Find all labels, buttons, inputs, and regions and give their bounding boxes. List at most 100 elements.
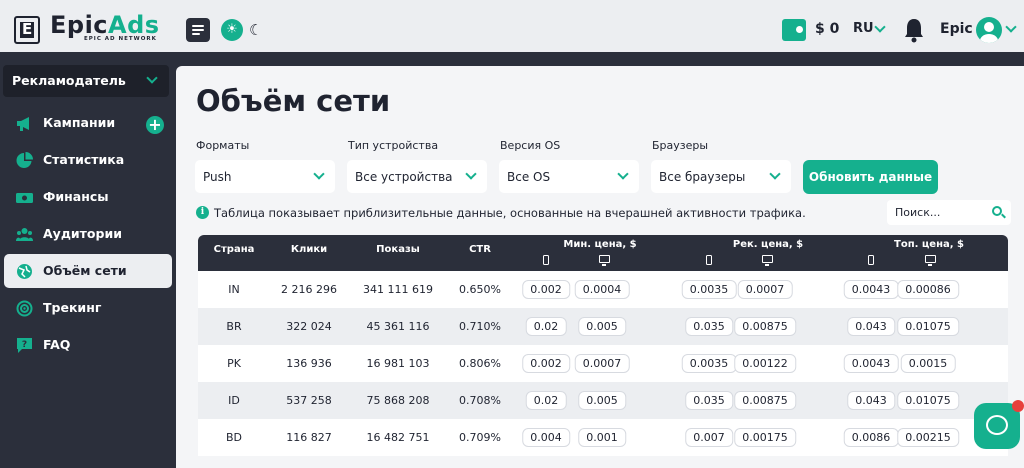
filter-label-format: Форматы: [196, 139, 250, 152]
cell-ctr: 0.709%: [459, 431, 501, 444]
username[interactable]: Epic: [940, 21, 973, 37]
menu-toggle-button[interactable]: [186, 18, 210, 42]
sidebar-item-statistics[interactable]: Статистика: [4, 143, 172, 177]
role-selector[interactable]: Рекламодатель: [3, 65, 169, 97]
user-chevron-down-icon[interactable]: [1005, 21, 1017, 33]
cell-top-price-mobile: 0.0043: [843, 354, 899, 373]
search-box[interactable]: [887, 200, 1011, 225]
cell-clicks: 322 024: [286, 320, 332, 333]
light-theme-icon[interactable]: ☀: [221, 19, 243, 41]
filter-label-os: Версия OS: [500, 139, 561, 152]
cell-min-price-desktop: 0.0007: [574, 354, 630, 373]
search-icon[interactable]: [992, 206, 1002, 216]
avatar[interactable]: [976, 17, 1002, 43]
cell-min-price-mobile: 0.02: [525, 391, 567, 410]
cell-top-price-mobile: 0.0086: [843, 428, 899, 447]
sidebar-item-audiences[interactable]: Аудитории: [4, 217, 172, 251]
chevron-down-icon: [769, 168, 781, 180]
cell-top-price-mobile: 0.0043: [843, 280, 899, 299]
filter-label-device: Тип устройства: [348, 139, 439, 152]
browser-select[interactable]: Все браузеры: [651, 160, 791, 193]
refresh-data-button[interactable]: Обновить данные: [803, 160, 938, 194]
cell-rec-price-desktop: 0.00875: [734, 317, 796, 336]
network-icon: [17, 264, 32, 279]
cell-min-price-desktop: 0.0004: [574, 280, 630, 299]
dark-theme-icon[interactable]: ☾: [249, 19, 269, 41]
sidebar-item-network-volume[interactable]: Объём сети: [4, 254, 172, 288]
cell-country: IN: [228, 283, 240, 296]
desktop-icon: [762, 255, 773, 266]
balance-value[interactable]: $ 0: [815, 21, 839, 37]
cell-top-price-desktop: 0.00215: [897, 428, 959, 447]
cell-ctr: 0.806%: [459, 357, 501, 370]
mobile-icon: [868, 255, 874, 265]
table-row: PK 136 936 16 981 103 0.806% 0.002 0.000…: [198, 345, 1008, 382]
header-rec-price[interactable]: Рек. цена, $: [733, 239, 803, 250]
cell-rec-price-desktop: 0.0007: [737, 280, 793, 299]
chevron-down-icon: [465, 168, 477, 180]
cell-country: PK: [227, 357, 241, 370]
svg-text:?: ?: [22, 340, 27, 350]
cell-impressions: 45 361 116: [366, 320, 430, 333]
header-clicks[interactable]: Клики: [291, 244, 327, 255]
logo-subtitle: EPIC AD NETWORK: [84, 36, 157, 42]
info-icon: i: [196, 206, 209, 219]
main-content: Объём сети Форматы Push Тип устройства В…: [176, 66, 1024, 468]
cell-top-price-desktop: 0.01075: [897, 391, 959, 410]
cell-impressions: 16 482 751: [366, 431, 430, 444]
table-header: Страна Клики Показы CTR Мин. цена, $ Рек…: [198, 235, 1008, 271]
cell-clicks: 537 258: [286, 394, 332, 407]
cell-min-price-desktop: 0.005: [578, 391, 626, 410]
table-row: BD 116 827 16 482 751 0.709% 0.004 0.001…: [198, 419, 1008, 456]
mobile-icon: [543, 255, 549, 265]
add-campaign-button[interactable]: +: [146, 116, 164, 134]
cell-rec-price-mobile: 0.035: [685, 317, 733, 336]
table-row: ID 537 258 75 868 208 0.708% 0.02 0.005 …: [198, 382, 1008, 419]
chevron-down-icon: [617, 168, 629, 180]
cell-min-price-desktop: 0.005: [578, 317, 626, 336]
cell-top-price-desktop: 0.01075: [897, 317, 959, 336]
role-chevron-down-icon: [146, 72, 158, 84]
cell-top-price-mobile: 0.043: [847, 317, 895, 336]
cell-country: BD: [225, 431, 243, 444]
cell-rec-price-desktop: 0.00875: [734, 391, 796, 410]
language-chevron-down-icon[interactable]: [874, 21, 886, 33]
top-header: E EpicAds EPIC AD NETWORK ☀ ☾ $ 0 RU Epi…: [0, 0, 1024, 56]
wallet-icon[interactable]: [782, 19, 806, 41]
cell-min-price-desktop: 0.001: [578, 428, 626, 447]
cell-top-price-desktop: 0.0015: [900, 354, 956, 373]
money-icon: [16, 193, 33, 203]
users-icon: [16, 228, 33, 241]
cell-impressions: 16 981 103: [366, 357, 430, 370]
header-top-price[interactable]: Топ. цена, $: [894, 239, 964, 250]
header-min-price[interactable]: Мин. цена, $: [563, 239, 636, 250]
sidebar-item-tracking[interactable]: Трекинг: [4, 291, 172, 325]
sidebar-item-faq[interactable]: ? FAQ: [4, 328, 172, 362]
cell-top-price-mobile: 0.043: [847, 391, 895, 410]
cell-ctr: 0.708%: [459, 394, 501, 407]
cell-impressions: 341 111 619: [363, 283, 433, 296]
device-type-select[interactable]: Все устройства: [347, 160, 487, 193]
logo-text[interactable]: EpicAds: [50, 11, 160, 39]
header-country[interactable]: Страна: [214, 244, 255, 255]
language-selector[interactable]: RU: [853, 21, 874, 36]
bell-icon[interactable]: [903, 17, 925, 43]
cell-top-price-desktop: 0.00086: [897, 280, 959, 299]
network-volume-table: Страна Клики Показы CTR Мин. цена, $ Рек…: [198, 235, 1008, 456]
page-title: Объём сети: [196, 84, 391, 118]
cell-rec-price-mobile: 0.0035: [681, 354, 737, 373]
cell-clicks: 2 216 296: [281, 283, 337, 296]
cell-ctr: 0.650%: [459, 283, 501, 296]
header-ctr[interactable]: CTR: [469, 244, 491, 255]
cell-clicks: 136 936: [286, 357, 332, 370]
search-input[interactable]: [895, 204, 985, 221]
cell-min-price-mobile: 0.02: [525, 317, 567, 336]
cell-rec-price-mobile: 0.007: [685, 428, 733, 447]
format-select[interactable]: Push: [195, 160, 335, 193]
info-text: Таблица показывает приблизительные данны…: [214, 206, 806, 220]
sidebar-item-finance[interactable]: Финансы: [4, 180, 172, 214]
logo-icon[interactable]: E: [14, 16, 40, 44]
header-impressions[interactable]: Показы: [376, 244, 420, 255]
cell-impressions: 75 868 208: [366, 394, 430, 407]
os-version-select[interactable]: Все OS: [499, 160, 639, 193]
